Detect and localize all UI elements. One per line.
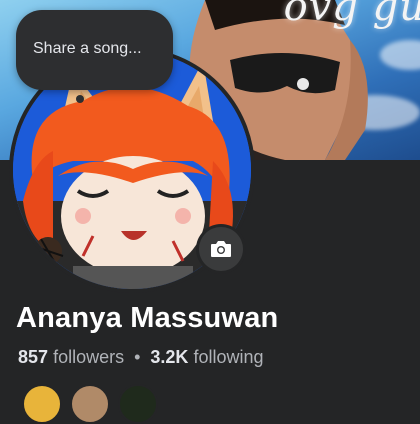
followers-count: 857 xyxy=(18,347,49,367)
mutual-avatar[interactable] xyxy=(70,384,110,424)
stats-separator: • xyxy=(134,347,141,367)
change-photo-button[interactable] xyxy=(199,227,243,271)
profile-name: Ananya Massuwan xyxy=(16,302,279,334)
note-bubble-tail xyxy=(76,95,84,103)
mutual-avatar[interactable] xyxy=(118,384,158,424)
note-placeholder: Share a song... xyxy=(33,40,142,57)
cover-overlay-text: ovg gu xyxy=(283,0,420,30)
followers-label: followers xyxy=(53,347,125,367)
followers-link[interactable]: 857 followers xyxy=(18,347,124,367)
camera-icon xyxy=(211,241,231,257)
following-link[interactable]: 3.2K following xyxy=(150,347,263,367)
following-count: 3.2K xyxy=(150,347,189,367)
mutual-avatar[interactable] xyxy=(22,384,62,424)
follow-stats: 857 followers • 3.2K following xyxy=(18,347,264,368)
following-label: following xyxy=(193,347,264,367)
share-song-note[interactable]: Share a song... xyxy=(16,10,173,90)
